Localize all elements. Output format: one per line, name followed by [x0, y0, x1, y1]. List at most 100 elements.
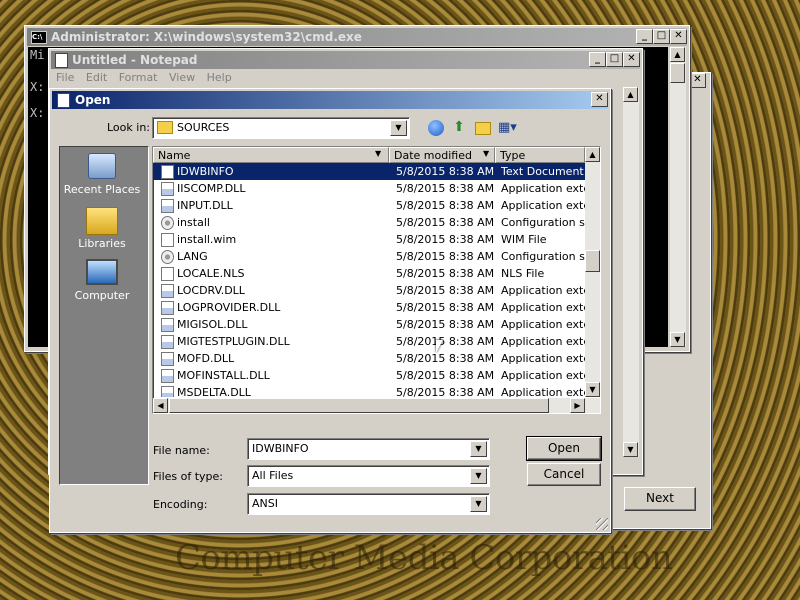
cmd-minimize-button[interactable]: _ — [636, 29, 653, 44]
column-header-name[interactable]: Name — [153, 147, 389, 163]
cmd-scroll-thumb[interactable] — [670, 63, 685, 83]
file-row[interactable]: MOFINSTALL.DLL 5/8/2015 8:38 AM Applicatio… — [153, 367, 585, 384]
file-list-hscrollbar[interactable]: ◀ ▶ — [153, 398, 600, 413]
notepad-titlebar[interactable]: Untitled - Notepad — [51, 51, 640, 69]
menu-help[interactable]: Help — [203, 71, 236, 84]
dll-file-icon — [161, 352, 174, 366]
menu-edit[interactable]: Edit — [82, 71, 111, 84]
open-dialog-title: Open — [75, 93, 111, 107]
file-row[interactable]: MOFD.DLL 5/8/2015 8:38 AM Application exte… — [153, 350, 585, 367]
look-in-dropdown-arrow[interactable]: ▼ — [390, 120, 407, 136]
file-name-dropdown-arrow[interactable]: ▼ — [470, 441, 487, 457]
back-icon[interactable] — [428, 120, 444, 136]
file-row[interactable]: MIGTESTPLUGIN.DLL 5/8/2015 8:38 AM Applica… — [153, 333, 585, 350]
menu-file[interactable]: File — [52, 71, 78, 84]
dll-file-icon — [161, 369, 174, 383]
date-sort-arrow[interactable]: ▼ — [483, 149, 489, 158]
file-scroll-left-button[interactable]: ◀ — [153, 398, 168, 413]
dll-file-icon — [161, 182, 174, 196]
next-button[interactable]: Next — [624, 487, 696, 511]
file-row[interactable]: INPUT.DLL 5/8/2015 8:38 AM Application ext… — [153, 197, 585, 214]
notepad-scrollbar[interactable]: ▲ ▼ — [623, 87, 639, 457]
file-row[interactable]: LANG 5/8/2015 8:38 AM Configuration se... — [153, 248, 585, 265]
cmd-scroll-up-button[interactable]: ▲ — [670, 47, 685, 62]
column-header-date[interactable]: Date modified — [389, 147, 495, 163]
file-row[interactable]: LOCDRV.DLL 5/8/2015 8:38 AM Application ex… — [153, 282, 585, 299]
file-type: NLS File — [501, 267, 545, 280]
cmd-titlebar[interactable]: C:\ Administrator: X:\windows\system32\c… — [27, 28, 687, 46]
cmd-scrollbar[interactable]: ▲ ▼ — [670, 47, 686, 347]
blank-file-icon — [161, 267, 174, 281]
recent-places-icon — [88, 153, 116, 179]
file-type-select[interactable]: All Files ▼ — [247, 465, 490, 487]
file-name: IDWBINFO — [177, 165, 234, 178]
file-type: Application exte... — [501, 318, 585, 331]
file-date: 5/8/2015 8:38 AM — [396, 335, 495, 348]
setup-close-button[interactable]: ✕ — [689, 73, 706, 88]
file-date: 5/8/2015 8:38 AM — [396, 199, 495, 212]
file-type-dropdown-arrow[interactable]: ▼ — [470, 468, 487, 484]
open-button[interactable]: Open — [526, 436, 602, 461]
resize-grip-icon[interactable] — [596, 518, 608, 530]
file-list-vscrollbar[interactable]: ▲ ▼ — [585, 147, 600, 397]
open-dialog-titlebar[interactable]: Open — [52, 91, 608, 109]
file-row[interactable]: MSDELTA.DLL 5/8/2015 8:38 AM Application e… — [153, 384, 585, 397]
look-in-combo[interactable]: SOURCES ▼ — [152, 117, 410, 139]
name-sort-arrow[interactable]: ▼ — [375, 149, 381, 158]
file-date: 5/8/2015 8:38 AM — [396, 165, 495, 178]
place-libraries[interactable]: Libraries — [60, 207, 144, 250]
file-row[interactable]: install.wim 5/8/2015 8:38 AM WIM File — [153, 231, 585, 248]
file-date: 5/8/2015 8:38 AM — [396, 250, 495, 263]
cmd-maximize-button[interactable]: □ — [653, 29, 670, 44]
file-date: 5/8/2015 8:38 AM — [396, 386, 495, 397]
place-computer[interactable]: Computer — [60, 259, 144, 302]
file-type: Application exte... — [501, 182, 585, 195]
file-date: 5/8/2015 8:38 AM — [396, 284, 495, 297]
encoding-dropdown-arrow[interactable]: ▼ — [470, 496, 487, 512]
places-bar: Recent Places Libraries Computer — [59, 146, 149, 485]
place-recent[interactable]: Recent Places — [60, 153, 144, 196]
config-file-icon — [161, 216, 174, 230]
up-folder-icon[interactable]: ⬆ — [451, 120, 467, 136]
watermark-text: Computer Media Corporation — [175, 538, 673, 578]
file-scroll-down-button[interactable]: ▼ — [585, 382, 600, 397]
cancel-button[interactable]: Cancel — [527, 463, 601, 486]
file-name: MIGTESTPLUGIN.DLL — [177, 335, 290, 348]
libraries-icon — [86, 207, 118, 235]
notepad-icon — [55, 52, 68, 68]
file-row[interactable]: IDWBINFO 5/8/2015 8:38 AM Text Document — [153, 163, 585, 180]
encoding-select[interactable]: ANSI ▼ — [247, 493, 490, 515]
file-row[interactable]: MIGISOL.DLL 5/8/2015 8:38 AM Application e… — [153, 316, 585, 333]
file-row[interactable]: LOGPROVIDER.DLL 5/8/2015 8:38 AM Applicati… — [153, 299, 585, 316]
new-folder-icon[interactable] — [475, 122, 491, 135]
menu-view[interactable]: View — [165, 71, 199, 84]
dll-file-icon — [161, 301, 174, 315]
notepad-scroll-up-button[interactable]: ▲ — [623, 87, 638, 102]
notepad-maximize-button[interactable]: □ — [606, 52, 623, 67]
computer-icon — [86, 259, 118, 285]
look-in-label: Look in: — [107, 121, 150, 134]
file-type: Application exte... — [501, 335, 585, 348]
text-file-icon — [161, 165, 174, 179]
notepad-scroll-down-button[interactable]: ▼ — [623, 442, 638, 457]
file-name-label: File name: — [153, 444, 210, 457]
column-header-type[interactable]: Type — [495, 147, 585, 163]
menu-format[interactable]: Format — [115, 71, 162, 84]
cmd-scroll-down-button[interactable]: ▼ — [670, 332, 685, 347]
file-row[interactable]: install 5/8/2015 8:38 AM Configuration se.… — [153, 214, 585, 231]
file-row[interactable]: IISCOMP.DLL 5/8/2015 8:38 AM Application e… — [153, 180, 585, 197]
cmd-close-button[interactable]: ✕ — [670, 29, 687, 44]
file-list[interactable]: Name ▼ Date modified ▼ Type IDWBINFO 5/8/… — [152, 146, 601, 414]
file-name: LANG — [177, 250, 208, 263]
notepad-minimize-button[interactable]: _ — [589, 52, 606, 67]
notepad-close-button[interactable]: ✕ — [623, 52, 640, 67]
open-dialog-close-button[interactable]: ✕ — [591, 92, 608, 107]
file-name-field[interactable]: IDWBINFO ▼ — [247, 438, 490, 460]
file-name: MOFD.DLL — [177, 352, 235, 365]
file-scroll-up-button[interactable]: ▲ — [585, 147, 600, 162]
file-scroll-right-button[interactable]: ▶ — [570, 398, 585, 413]
file-row[interactable]: LOCALE.NLS 5/8/2015 8:38 AM NLS File — [153, 265, 585, 282]
file-scroll-thumb[interactable] — [585, 250, 600, 272]
file-scroll-h-thumb[interactable] — [169, 398, 549, 413]
view-menu-icon[interactable]: ▦▾ — [498, 120, 517, 136]
